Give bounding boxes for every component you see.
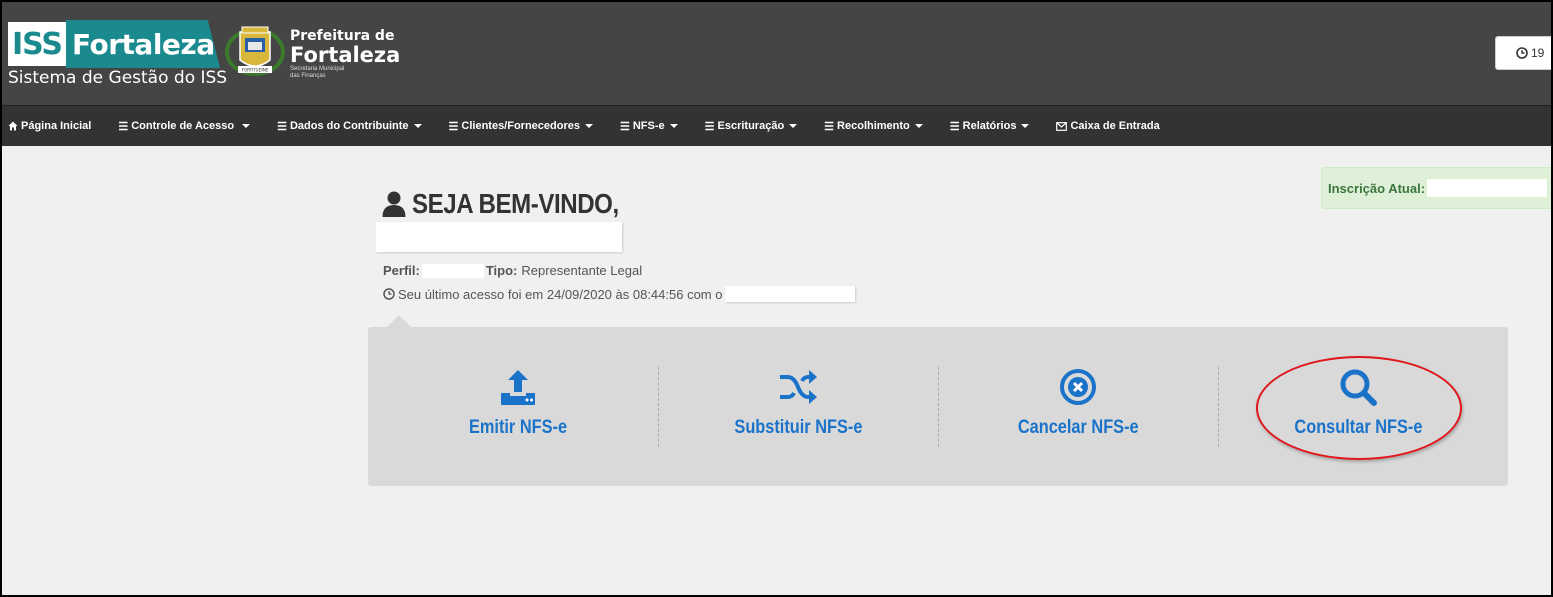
cancel-circle-icon (1060, 369, 1096, 405)
nav-label: Caixa de Entrada (1070, 120, 1160, 132)
perfil-line: Perfil: Tipo: Representante Legal (383, 263, 642, 278)
caret-down-icon (669, 124, 678, 128)
nav-label: Clientes/Fornecedores (461, 120, 580, 132)
logo-subtitle: Sistema de Gestão do ISS (8, 68, 228, 88)
nav-label: Dados do Contribuinte (289, 120, 409, 132)
nav-escrituracao[interactable]: ☰ Escrituração (705, 120, 798, 133)
list-icon: ☰ (949, 120, 960, 133)
nav-label: Recolhimento (837, 120, 910, 132)
session-timer-text: 19 (1531, 46, 1545, 60)
nav-clientes-fornecedores[interactable]: ☰ Clientes/Fornecedores (449, 120, 593, 133)
welcome-title: SEJA BEM-VINDO, (412, 188, 619, 219)
redacted-access-info (725, 286, 856, 302)
nav-label: NFS-e (632, 120, 665, 132)
prefeitura-logo: Prefeitura de Fortaleza Secretaria Munic… (290, 28, 400, 80)
prefeitura-line2: Fortaleza (290, 43, 401, 67)
emitir-nfse-label: Emitir NFS-e (468, 417, 568, 438)
prefeitura-line3: Secretaria Municipal (290, 66, 345, 72)
crest-banner-text: FORTITUDINE (242, 68, 269, 73)
cancelar-nfse-label: Cancelar NFS-e (1017, 417, 1139, 438)
redacted-user-name (376, 222, 622, 252)
main-navbar: Página Inicial ☰ Controle de Acesso ☰ Da… (2, 105, 1551, 146)
prefeitura-line4: das Finanças (290, 73, 326, 79)
substituir-nfse-label: Substituir NFS-e (733, 417, 863, 438)
inscricao-label: Inscrição Atual: (1328, 180, 1426, 196)
iss-fortaleza-logo[interactable]: ISS Fortaleza (8, 20, 220, 68)
nav-label: Controle de Acesso (131, 120, 235, 132)
shuffle-icon (780, 370, 817, 404)
list-icon: ☰ (277, 120, 287, 133)
nav-nfse[interactable]: ☰ NFS-e (620, 120, 678, 133)
envelope-icon (1056, 121, 1068, 131)
substituir-nfse-button[interactable]: Substituir NFS-e (658, 367, 938, 447)
cancelar-nfse-button[interactable]: Cancelar NFS-e (938, 367, 1218, 447)
header: ISS Fortaleza Sistema de Gestão do ISS F… (2, 2, 1551, 105)
nav-dados-do-contribuinte[interactable]: ☰ Dados do Contribuinte (277, 120, 422, 133)
nav-controle-de-acesso[interactable]: ☰ Controle de Acesso (118, 120, 251, 133)
nav-label: Relatórios (962, 120, 1017, 132)
home-icon (8, 121, 18, 131)
last-access-text: Seu último acesso foi em 24/09/2020 às 0… (398, 286, 723, 302)
caret-down-icon (914, 124, 923, 128)
list-icon: ☰ (448, 120, 459, 133)
logo-name-text: Fortaleza (66, 20, 220, 68)
redacted-perfil (421, 263, 484, 278)
inscricao-atual-alert: Inscrição Atual: (1321, 167, 1551, 209)
list-icon: ☰ (824, 120, 835, 133)
nav-label: Página Inicial (21, 120, 92, 132)
last-access-line: Seu último acesso foi em 24/09/2020 às 0… (383, 286, 856, 302)
perfil-label: Perfil: (383, 263, 420, 278)
caret-down-icon (413, 124, 422, 128)
tipo-label: Tipo: (485, 263, 518, 278)
clock-icon (383, 288, 395, 300)
upload-icon (501, 370, 535, 405)
clock-icon (1516, 47, 1528, 59)
caret-down-icon (584, 124, 593, 128)
logo-iss-text: ISS (8, 22, 66, 66)
user-icon (382, 191, 406, 217)
caret-down-icon (789, 124, 798, 128)
highlight-annotation-circle (1256, 356, 1462, 460)
list-icon: ☰ (619, 120, 630, 133)
app-window: ISS Fortaleza Sistema de Gestão do ISS F… (2, 2, 1551, 595)
nav-pagina-inicial[interactable]: Página Inicial (8, 120, 91, 132)
nav-label: Escrituração (717, 120, 785, 132)
city-crest-icon: FORTITUDINE (225, 26, 285, 76)
list-icon: ☰ (118, 120, 129, 133)
nav-relatorios[interactable]: ☰ Relatórios (950, 120, 1030, 133)
prefeitura-line1: Prefeitura de (290, 28, 395, 44)
redacted-inscricao (1427, 179, 1548, 197)
caret-down-icon (242, 124, 251, 128)
emitir-nfse-button[interactable]: Emitir NFS-e (378, 367, 658, 447)
nav-recolhimento[interactable]: ☰ Recolhimento (824, 120, 923, 133)
list-icon: ☰ (704, 120, 715, 133)
session-timer-button[interactable]: 19 (1495, 36, 1551, 70)
nav-caixa-de-entrada[interactable]: Caixa de Entrada (1056, 120, 1160, 132)
tipo-value: Representante Legal (521, 263, 643, 278)
welcome-heading: SEJA BEM-VINDO, (382, 188, 652, 220)
caret-down-icon (1021, 124, 1030, 128)
